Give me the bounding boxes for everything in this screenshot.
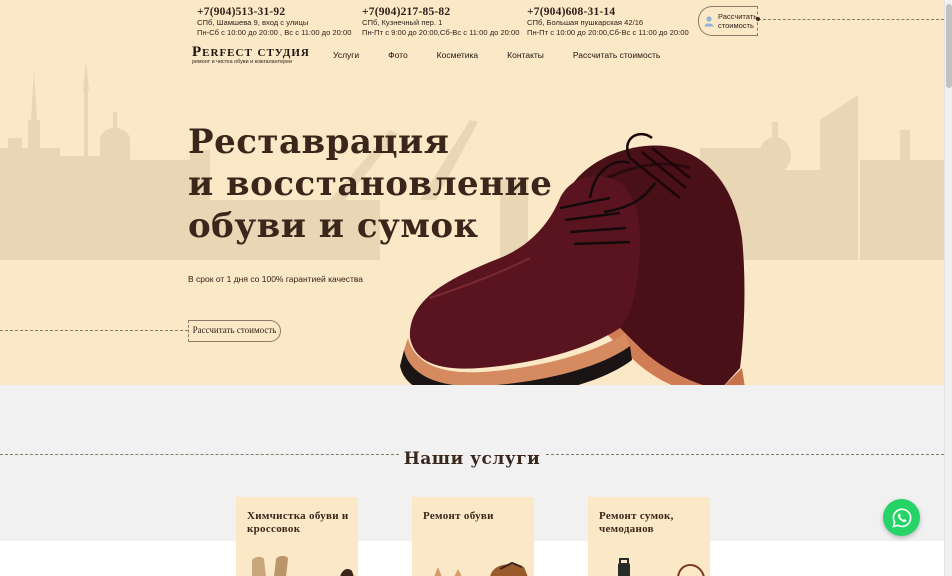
scrollbar-thumb[interactable] bbox=[946, 4, 952, 88]
phone-link[interactable]: +7(904)608-31-14 bbox=[527, 6, 668, 18]
service-card-title: Ремонт сумок, чемоданов bbox=[599, 510, 674, 535]
service-card-title: Химчистка обуви и кроссовок bbox=[247, 510, 349, 535]
divider-dot bbox=[756, 17, 760, 21]
hours-text: Пн-Пт с 9:00 до 20:00,Сб-Вс с 11:00 до 2… bbox=[362, 27, 520, 37]
calculate-cost-button-header[interactable]: Рассчитать стоимость bbox=[698, 6, 758, 36]
service-card-title: Ремонт обуви bbox=[423, 510, 494, 522]
shoes-image bbox=[400, 132, 745, 385]
logo[interactable]: Perfect студия ремонт и чистка обуви и к… bbox=[192, 45, 310, 66]
phone-link[interactable]: +7(904)217-85-82 bbox=[362, 6, 503, 18]
address-text: СПб, Шамшева 9, вход с улицы bbox=[197, 18, 309, 27]
hours-text: Пн-Сб с 10:00 до 20:00 , Вс с 11:00 до 2… bbox=[197, 27, 352, 37]
calculate-cost-label: Рассчитать стоимость bbox=[192, 325, 277, 336]
calculate-cost-button[interactable]: Рассчитать стоимость bbox=[188, 320, 281, 342]
divider-dashed bbox=[0, 330, 188, 331]
whatsapp-button[interactable] bbox=[883, 499, 920, 536]
service-card-cleaning[interactable]: Химчистка обуви и кроссовок bbox=[236, 497, 358, 576]
bag-image bbox=[618, 558, 705, 576]
services-title: Наши услуги bbox=[0, 443, 944, 471]
contact-block: +7(904)513-31-92 СПб, Шамшева 9, вход с … bbox=[197, 6, 352, 37]
contacts-bar: +7(904)513-31-92 СПб, Шамшева 9, вход с … bbox=[197, 6, 689, 37]
user-icon bbox=[704, 16, 714, 27]
phone-link[interactable]: +7(904)513-31-92 bbox=[197, 6, 338, 18]
nav-item-contacts[interactable]: Контакты bbox=[507, 50, 544, 60]
service-card-shoe-repair[interactable]: Ремонт обуви bbox=[412, 497, 534, 576]
address-text: СПб, Кузнечный пер. 1 bbox=[362, 18, 443, 27]
divider-dashed bbox=[758, 19, 944, 20]
hero-section: +7(904)513-31-92 СПб, Шамшева 9, вход с … bbox=[0, 0, 944, 385]
nav-item-calculate[interactable]: Рассчитать стоимость bbox=[573, 50, 660, 60]
service-card-bag-repair[interactable]: Ремонт сумок, чемоданов bbox=[588, 497, 710, 576]
nav-item-services[interactable]: Услуги bbox=[333, 50, 359, 60]
contact-block: +7(904)217-85-82 СПб, Кузнечный пер. 1 П… bbox=[362, 6, 520, 37]
hero-subtitle: В срок от 1 дня со 100% гарантией качест… bbox=[188, 274, 364, 284]
nav-item-cosmetics[interactable]: Косметика bbox=[437, 50, 479, 60]
calculate-cost-label: Рассчитать стоимость bbox=[718, 12, 758, 30]
address-text: СПб, Большая пушкарская 42/16 bbox=[527, 18, 644, 27]
hours-text: Пн-Пт с 10:00 до 20:00,Сб-Вс с 11:00 до … bbox=[527, 27, 689, 37]
whatsapp-icon bbox=[891, 507, 911, 528]
main-nav: Услуги Фото Косметика Контакты Рассчитат… bbox=[333, 50, 689, 60]
shoe-repair-image bbox=[434, 561, 528, 576]
logo-tagline: ремонт и чистка обуви и кожгалантереи bbox=[192, 59, 292, 65]
contact-block: +7(904)608-31-14 СПб, Большая пушкарская… bbox=[527, 6, 689, 37]
nav-item-photo[interactable]: Фото bbox=[388, 50, 408, 60]
logo-name: Perfect студия bbox=[192, 44, 310, 60]
boots-image bbox=[252, 556, 354, 576]
services-section: Наши услуги Химчистка обуви и кроссовок … bbox=[0, 385, 944, 576]
page-scrollbar[interactable] bbox=[944, 0, 952, 576]
services-title-text: Наши услуги bbox=[399, 449, 545, 469]
page: +7(904)513-31-92 СПб, Шамшева 9, вход с … bbox=[0, 0, 944, 576]
